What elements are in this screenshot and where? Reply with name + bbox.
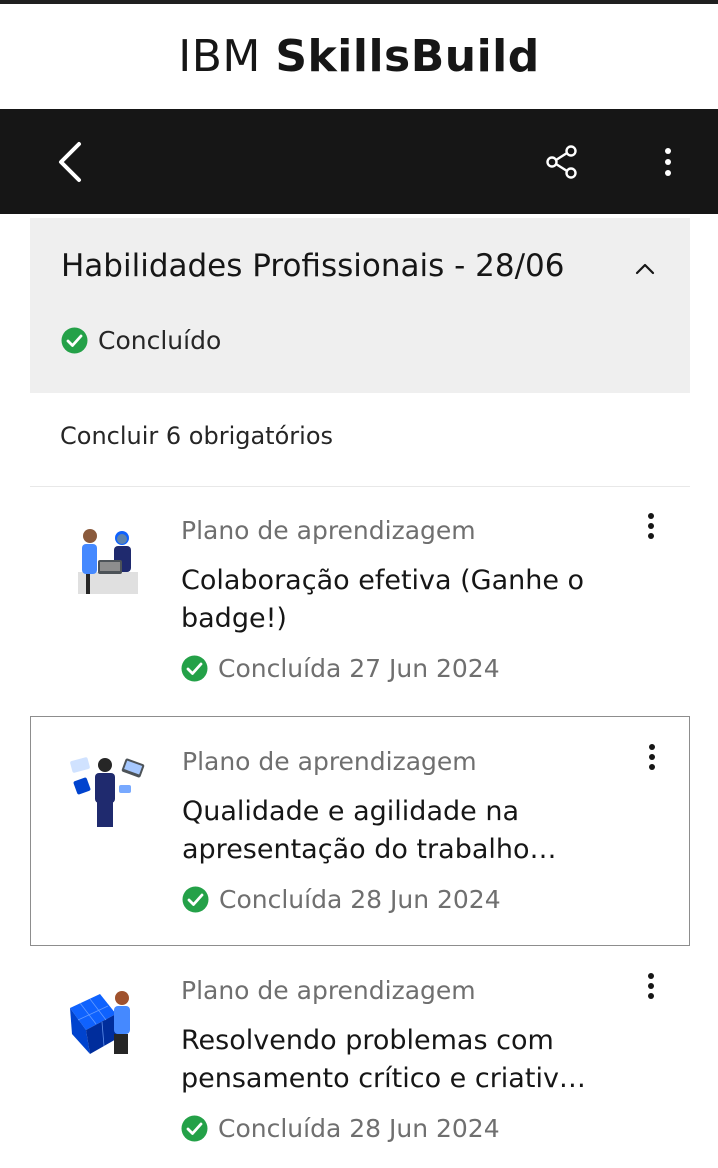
- share-icon: [546, 144, 577, 179]
- item-title[interactable]: Resolvendo problemas com pensamento crít…: [181, 1022, 621, 1098]
- brand-header: IBM SkillsBuild: [0, 4, 718, 109]
- learning-plan-card[interactable]: Plano de aprendizagem Resolvendo problem…: [30, 946, 690, 1168]
- app-toolbar: [0, 109, 718, 214]
- brand-logo: IBM SkillsBuild: [178, 31, 540, 82]
- share-button[interactable]: [532, 109, 592, 214]
- checkmark-circle-icon: [182, 886, 209, 913]
- item-status: Concluída 28 Jun 2024: [182, 885, 501, 914]
- more-options-button[interactable]: [640, 109, 696, 214]
- item-status-label: Concluída 27 Jun 2024: [218, 654, 500, 683]
- collaboration-illustration: [78, 529, 138, 594]
- section-title: Habilidades Profissionais - 28/06: [61, 248, 565, 284]
- learning-plan-card[interactable]: Plano de aprendizagem Qualidade e agilid…: [30, 716, 690, 946]
- section-status-label: Concluído: [98, 326, 222, 355]
- presentation-illustration: [70, 757, 145, 827]
- chevron-left-icon: [59, 141, 81, 182]
- problem-solving-illustration: [70, 991, 130, 1054]
- brand-ibm: IBM: [178, 31, 261, 82]
- overflow-menu-icon: [648, 513, 654, 539]
- checkmark-circle-icon: [61, 327, 88, 354]
- item-type: Plano de aprendizagem: [181, 976, 476, 1005]
- collapse-button[interactable]: [628, 252, 662, 286]
- item-overflow-button[interactable]: [637, 737, 667, 777]
- item-overflow-button[interactable]: [636, 506, 666, 546]
- item-overflow-button[interactable]: [636, 966, 666, 1006]
- item-title[interactable]: Qualidade e agilidade na apresentação do…: [182, 793, 622, 869]
- item-status-label: Concluída 28 Jun 2024: [218, 1114, 500, 1143]
- item-status: Concluída 27 Jun 2024: [181, 654, 500, 683]
- section-header[interactable]: Habilidades Profissionais - 28/06 Conclu…: [30, 218, 690, 393]
- checkmark-circle-icon: [181, 1115, 208, 1142]
- overflow-menu-icon: [648, 973, 654, 999]
- item-title[interactable]: Colaboração efetiva (Ganhe o badge!): [181, 562, 621, 638]
- overflow-menu-icon: [649, 744, 655, 770]
- item-type: Plano de aprendizagem: [182, 747, 477, 776]
- requirements-text: Concluir 6 obrigatórios: [60, 422, 333, 450]
- section-status: Concluído: [61, 326, 221, 355]
- item-type: Plano de aprendizagem: [181, 516, 476, 545]
- learning-plan-card[interactable]: Plano de aprendizagem Colaboração efetiv…: [30, 486, 690, 716]
- brand-skillsbuild: SkillsBuild: [275, 31, 540, 82]
- chevron-up-icon: [635, 263, 655, 275]
- overflow-menu-icon: [665, 147, 671, 176]
- checkmark-circle-icon: [181, 655, 208, 682]
- item-status: Concluída 28 Jun 2024: [181, 1114, 500, 1143]
- item-status-label: Concluída 28 Jun 2024: [219, 885, 501, 914]
- back-button[interactable]: [40, 109, 100, 214]
